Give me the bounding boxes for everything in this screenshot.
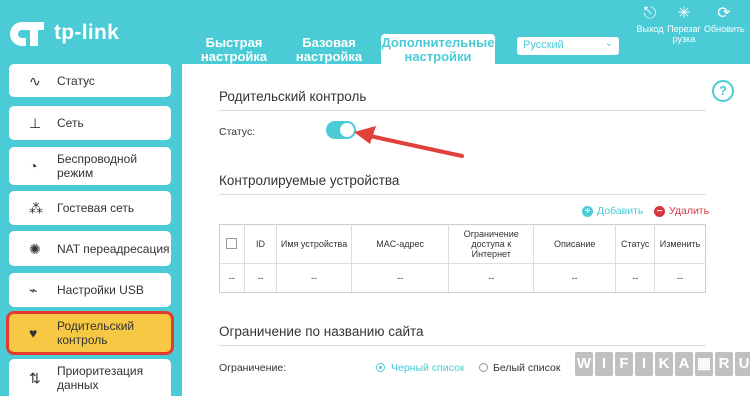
pulse-icon: ∿	[29, 72, 41, 89]
table-cell: --	[243, 263, 277, 293]
devices-table: ID Имя устройства MAC-адрес Ограничение …	[219, 224, 706, 293]
tplink-logo: tp-link	[8, 18, 119, 48]
blacklist-label[interactable]: Черный список	[391, 362, 464, 374]
table-header-row: ID Имя устройства MAC-адрес Ограничение …	[219, 224, 706, 264]
wifi-icon: ◔	[29, 158, 38, 174]
col-id: ID	[243, 224, 277, 264]
reboot-label: Перезагрузка	[667, 24, 701, 44]
red-arrow-annotation	[354, 126, 464, 158]
help-icon[interactable]: ?	[712, 80, 734, 102]
tplink-logo-icon	[10, 22, 44, 46]
minus-icon: −	[654, 205, 665, 217]
divider	[219, 194, 706, 195]
update-icon: ⟳	[717, 5, 731, 22]
sidebar-item-label: Беспроводной режим	[57, 152, 138, 180]
watermark-letter: A	[675, 352, 693, 376]
priority-icon: ⇅	[29, 369, 41, 386]
col-mac: MAC-адрес	[350, 224, 449, 264]
sidebar-item-nat[interactable]: ✺ NAT переадресация	[9, 231, 171, 266]
watermark-letter: I	[635, 352, 653, 376]
watermark-letter: W	[575, 352, 593, 376]
table-row: -- -- -- -- -- -- -- --	[220, 263, 706, 293]
update-label: Обновить	[704, 24, 745, 34]
sidebar-item-network[interactable]: ⊥ Сеть	[9, 106, 171, 140]
sidebar-item-label: Статус	[57, 73, 95, 88]
reboot-icon: ✳	[677, 5, 691, 22]
watermark-qr-icon: ▦	[695, 352, 713, 376]
logout-button[interactable]: ⎋ Выход	[630, 4, 670, 34]
divider	[219, 110, 706, 111]
col-status: Статус	[615, 224, 655, 264]
sidebar-item-label: Настройки USB	[57, 283, 144, 297]
col-device-name: Имя устройства	[276, 224, 352, 264]
chevron-down-icon: ⌄	[604, 38, 613, 49]
col-edit: Изменить	[654, 224, 706, 264]
col-internet-limit: Ограничение доступа к Интернет	[448, 224, 534, 264]
table-cell: --	[350, 263, 449, 293]
guest-icon: ⁂	[29, 200, 43, 216]
watermark-letter: F	[615, 352, 633, 376]
usb-icon: ⌁	[29, 282, 38, 298]
logout-label: Выход	[636, 24, 664, 34]
sidebar-item-label: Сеть	[57, 116, 84, 130]
delete-label: Удалить	[669, 205, 710, 217]
tab-advanced-setup[interactable]: Дополнительные настройки	[381, 34, 495, 64]
logout-icon: ⎋	[643, 5, 657, 22]
header-bar: tp-link Быстрая настройка Базовая настро…	[0, 0, 750, 64]
network-icon: ⊥	[29, 115, 42, 131]
sidebar-item-guest[interactable]: ⁂ Гостевая сеть	[9, 191, 171, 225]
nat-icon: ✺	[29, 240, 41, 257]
whitelist-radio[interactable]	[479, 363, 488, 372]
site-restriction-title: Ограничение по названию сайта	[219, 324, 424, 339]
sidebar-item-qos[interactable]: ⇅ Приоритезация данных	[9, 359, 171, 396]
watermark: W I F I K A ▦ R U	[575, 352, 750, 376]
language-select[interactable]: Русский ⌄	[517, 37, 619, 55]
logo-text: tp-link	[54, 21, 120, 44]
status-label: Статус:	[219, 126, 256, 138]
table-cell: --	[615, 263, 655, 293]
table-cell: --	[276, 263, 352, 293]
col-description: Описание	[533, 224, 616, 264]
watermark-letter: I	[595, 352, 613, 376]
table-cell: --	[448, 263, 534, 293]
sidebar-item-label: Родительский контроль	[57, 319, 135, 347]
language-value: Русский	[523, 39, 564, 51]
restriction-label: Ограничение:	[219, 362, 287, 374]
sidebar-item-label: Приоритезация данных	[57, 363, 144, 392]
watermark-letter: R	[715, 352, 733, 376]
add-label: Добавить	[597, 205, 644, 217]
delete-button[interactable]: − Удалить	[654, 205, 709, 217]
whitelist-label[interactable]: Белый список	[493, 362, 560, 374]
watermark-letter: K	[655, 352, 673, 376]
divider	[219, 345, 706, 346]
sidebar-item-label: Гостевая сеть	[57, 201, 135, 215]
watermark-letter: U	[735, 352, 750, 376]
devices-title: Контролируемые устройства	[219, 173, 400, 188]
sidebar-item-label: NAT переадресация	[57, 241, 170, 256]
sidebar-item-wireless[interactable]: ◔ Беспроводной режим	[9, 147, 171, 185]
add-button[interactable]: + Добавить	[582, 205, 643, 217]
reboot-button[interactable]: ✳ Перезагрузка	[666, 4, 702, 44]
select-all-checkbox[interactable]	[219, 224, 245, 264]
update-button[interactable]: ⟳ Обновить	[704, 4, 745, 34]
sidebar-item-status[interactable]: ∿ Статус	[9, 64, 171, 97]
table-cell: --	[228, 273, 235, 283]
tab-quick-setup[interactable]: Быстрая настройка	[190, 34, 278, 64]
table-cell: --	[533, 263, 616, 293]
tab-basic-setup[interactable]: Базовая настройка	[285, 34, 373, 64]
plus-icon: +	[582, 205, 593, 217]
sidebar-item-parental-control[interactable]: ♥ Родительский контроль	[9, 314, 171, 352]
sidebar-item-usb[interactable]: ⌁ Настройки USB	[9, 273, 171, 307]
heart-icon: ♥	[29, 325, 38, 341]
table-cell: --	[654, 263, 706, 293]
page-title: Родительский контроль	[219, 89, 367, 104]
blacklist-radio[interactable]	[376, 363, 385, 372]
